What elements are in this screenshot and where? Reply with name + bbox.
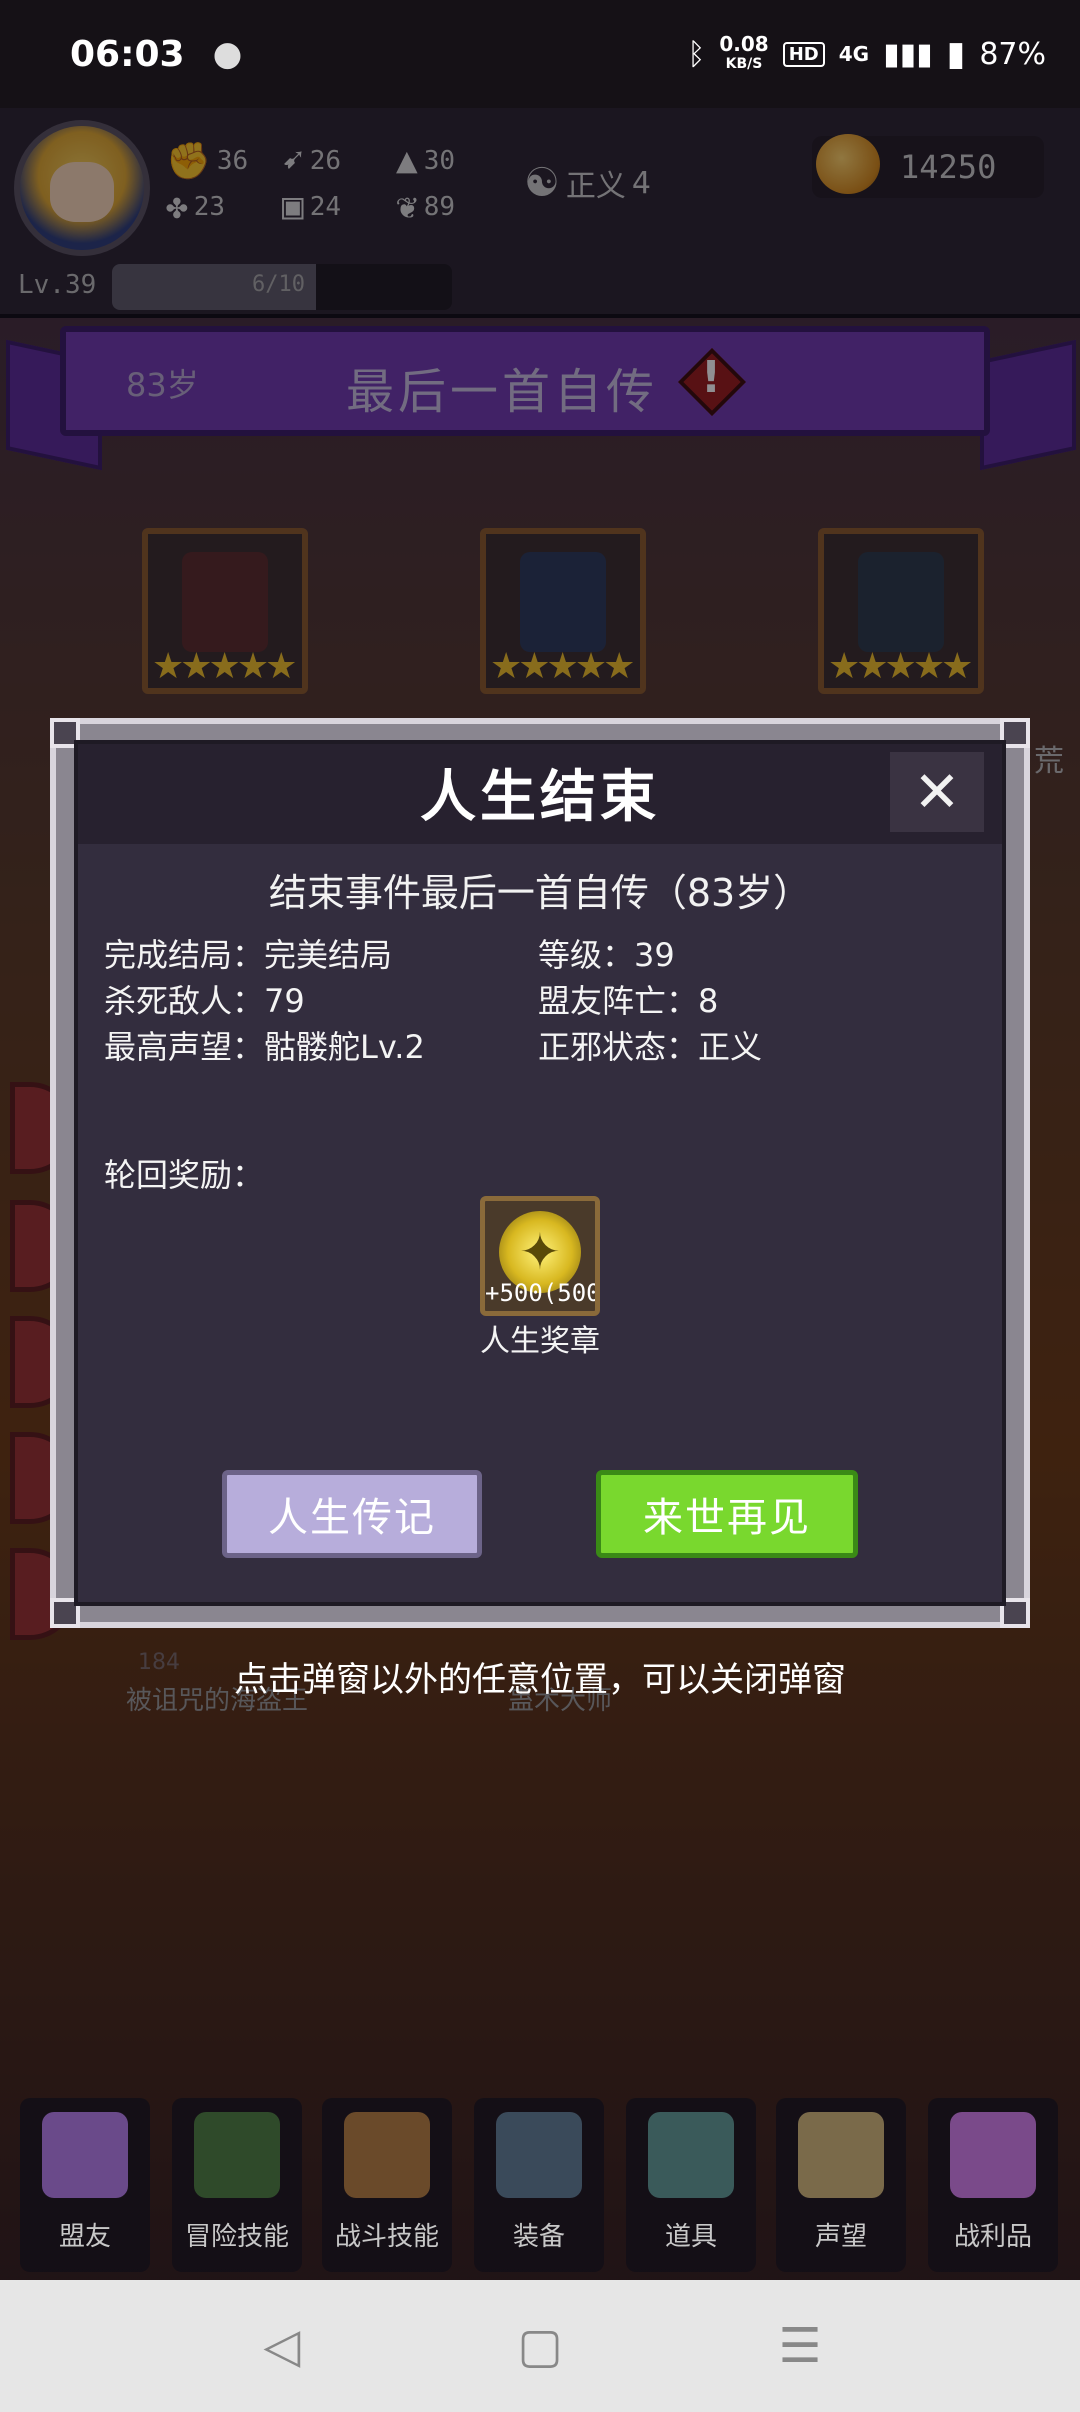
hd-badge: HD — [782, 41, 825, 67]
backpack-icon — [344, 2112, 430, 2198]
nav-equipment[interactable]: 装备 — [474, 2098, 604, 2272]
network-type: 4G — [838, 42, 870, 66]
scroll-icon — [798, 2112, 884, 2198]
reward-item[interactable]: ✦ +500(500 — [480, 1196, 600, 1316]
close-icon: ✕ — [913, 759, 961, 825]
reward-name: 人生奖章 — [480, 1324, 600, 1359]
status-icons: ᛒ 0.08 KB/S HD 4G ▮▮▮ ▮ 87% — [687, 34, 1046, 74]
nav-combat-skills[interactable]: 战斗技能 — [322, 2098, 452, 2272]
wechat-icon: ● — [212, 34, 243, 74]
reward-amount: +500(500 — [485, 1279, 600, 1307]
status-time: 06:03 — [70, 33, 185, 75]
book-icon — [194, 2112, 280, 2198]
battery-icon: ▮ — [946, 34, 966, 74]
back-button[interactable]: ◁ — [242, 2306, 322, 2386]
nav-allies[interactable]: 盟友 — [20, 2098, 150, 2272]
close-button[interactable]: ✕ — [890, 752, 984, 832]
next-life-button[interactable]: 来世再见 — [596, 1470, 858, 1558]
modal-subtitle: 结束事件最后一首自传（83岁） — [268, 871, 812, 915]
home-button[interactable]: ▢ — [500, 2306, 580, 2386]
dismiss-hint: 点击弹窗以外的任意位置，可以关闭弹窗 — [234, 1660, 846, 1700]
menu-button[interactable]: ☰ — [760, 2306, 840, 2386]
reward-label: 轮回奖励： — [104, 1156, 265, 1194]
info-reputation: 最高声望：骷髅舵Lv.2 — [104, 1028, 425, 1066]
info-kills: 杀死敌人：79 — [104, 982, 305, 1020]
bag-icon — [648, 2112, 734, 2198]
nav-items[interactable]: 道具 — [626, 2098, 756, 2272]
signal-icon: ▮▮▮ — [883, 36, 933, 72]
allies-icon — [42, 2112, 128, 2198]
biography-button[interactable]: 人生传记 — [222, 1470, 482, 1558]
swords-icon — [496, 2112, 582, 2198]
info-level: 等级：39 — [538, 936, 675, 974]
battery-level: 87% — [979, 36, 1046, 72]
info-ally-deaths: 盟友阵亡：8 — [538, 982, 719, 1020]
bluetooth-icon: ᛒ — [687, 36, 706, 72]
chest-icon — [950, 2112, 1036, 2198]
nav-loot[interactable]: 战利品 — [928, 2098, 1058, 2272]
system-nav-bar: ◁ ▢ ☰ — [0, 2280, 1080, 2412]
network-speed: 0.08 KB/S — [719, 32, 769, 72]
nav-reputation[interactable]: 声望 — [776, 2098, 906, 2272]
info-alignment: 正邪状态：正义 — [538, 1028, 763, 1066]
nav-adventure-skills[interactable]: 冒险技能 — [172, 2098, 302, 2272]
bottom-nav: 盟友 冒险技能 战斗技能 装备 道具 声望 战利品 — [0, 2090, 1080, 2280]
info-ending: 完成结局：完美结局 — [104, 936, 393, 974]
status-bar: 06:03 ● ᛒ 0.08 KB/S HD 4G ▮▮▮ ▮ 87% — [0, 0, 1080, 108]
